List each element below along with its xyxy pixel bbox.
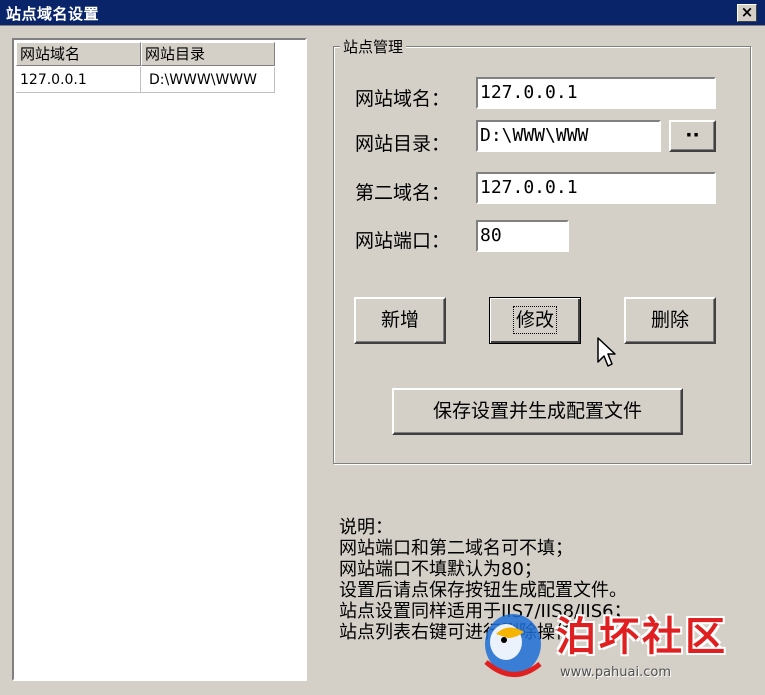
directory-label: 网站目录：	[355, 133, 451, 155]
notes-line: 设置后请点保存按钮生成配置文件。	[339, 580, 627, 601]
modify-button[interactable]: 修改	[489, 297, 581, 344]
notes-title: 说明：	[339, 517, 393, 538]
save-generate-config-button[interactable]: 保存设置并生成配置文件	[392, 388, 683, 435]
directory-input[interactable]: D:\WWW\WWW	[476, 120, 661, 152]
delete-button[interactable]: 删除	[624, 297, 716, 344]
domain-label: 网站域名：	[355, 88, 451, 110]
column-header-domain[interactable]: 网站域名	[16, 42, 141, 66]
browse-button[interactable]: ··	[669, 120, 716, 152]
port-label: 网站端口：	[355, 230, 451, 252]
site-list[interactable]: 网站域名 网站目录 127.0.0.1 D:\WWW\WWW	[12, 38, 307, 681]
notes-line: 网站端口和第二域名可不填；	[339, 538, 573, 559]
ellipsis-icon: ··	[685, 124, 700, 146]
site-list-header: 网站域名 网站目录	[16, 42, 275, 66]
add-button[interactable]: 新增	[354, 297, 446, 344]
notes-line: 网站端口不填默认为80；	[339, 559, 542, 580]
second-domain-input[interactable]: 127.0.0.1	[476, 172, 716, 204]
watermark-url: www.pahuai.com	[560, 665, 672, 680]
close-button[interactable]: ×	[737, 4, 757, 22]
watermark-text: 泊坏社区	[556, 614, 728, 660]
group-title: 站点管理	[340, 36, 407, 57]
modify-button-label: 修改	[512, 306, 558, 334]
window-title: 站点域名设置	[6, 5, 100, 23]
second-domain-label: 第二域名：	[355, 182, 451, 204]
title-bar: 站点域名设置 ×	[0, 0, 765, 26]
row-directory-cell: D:\WWW\WWW	[141, 67, 275, 93]
table-row[interactable]: 127.0.0.1 D:\WWW\WWW	[16, 67, 275, 93]
column-header-directory[interactable]: 网站目录	[141, 42, 275, 66]
row-domain-cell: 127.0.0.1	[16, 67, 141, 93]
domain-input[interactable]: 127.0.0.1	[476, 77, 716, 109]
close-icon: ×	[740, 3, 754, 21]
port-input[interactable]: 80	[476, 220, 569, 252]
mouse-cursor-icon	[597, 337, 616, 367]
